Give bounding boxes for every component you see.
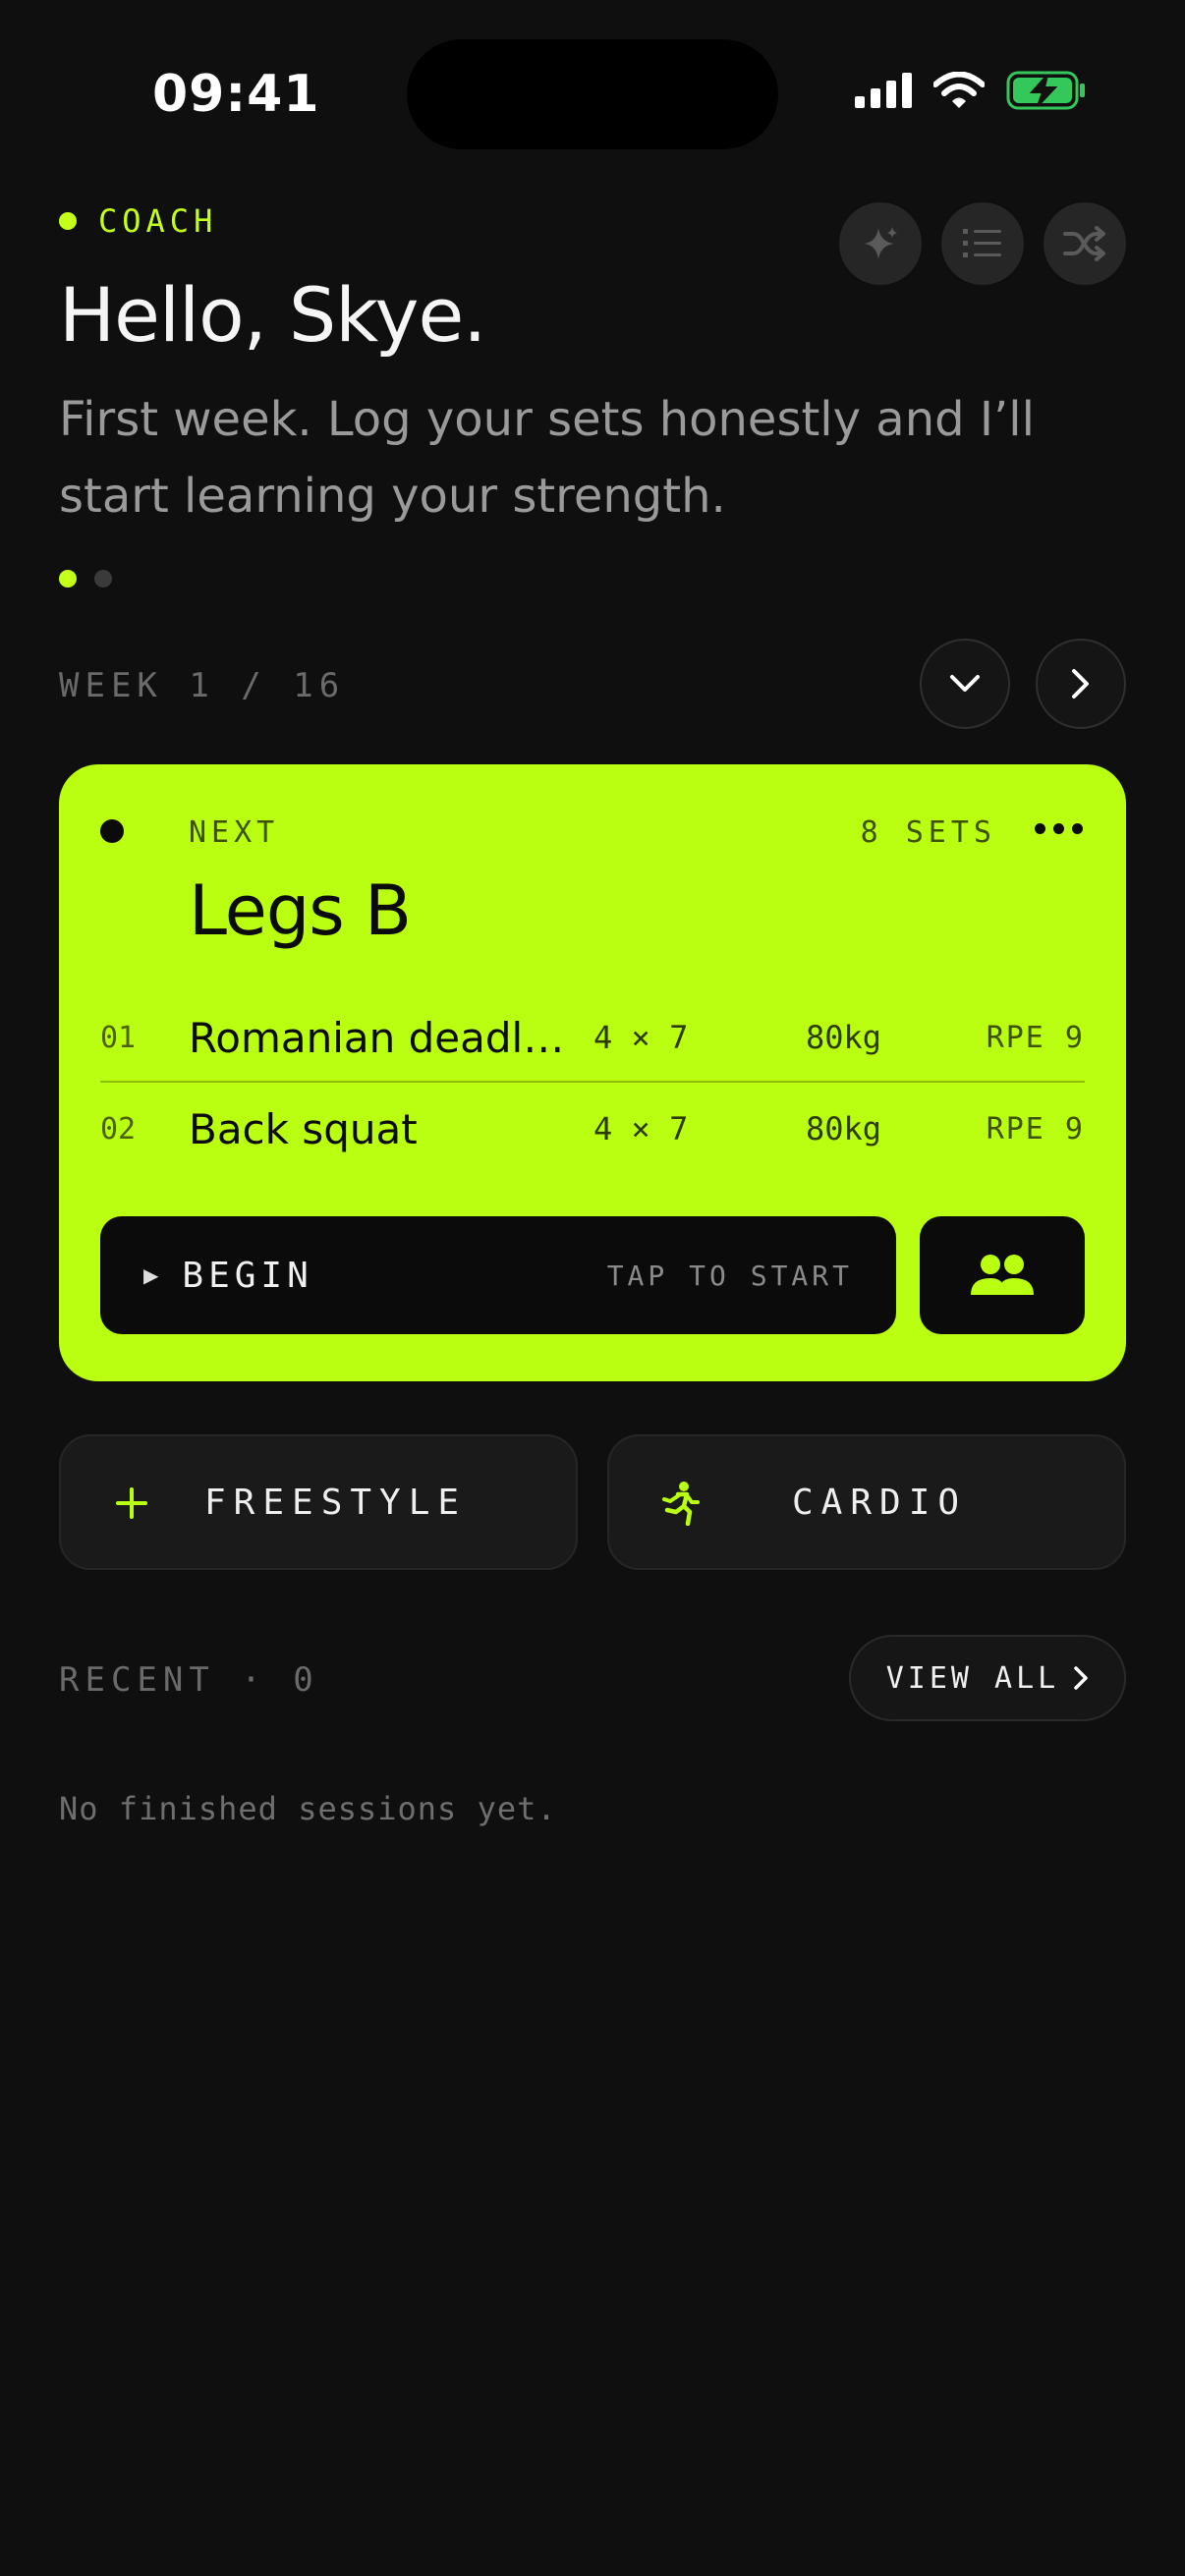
begin-hint: TAP TO START — [606, 1259, 853, 1292]
greeting-title: Hello, Skye. — [59, 271, 486, 359]
next-workout-card[interactable]: NEXT 8 SETS Legs B 01 Romanian deadl… 4 … — [59, 764, 1126, 1381]
dynamic-island — [407, 39, 778, 149]
next-tag: NEXT — [189, 815, 280, 850]
exercise-weight: 80kg — [806, 1019, 882, 1056]
status-time: 09:41 — [152, 65, 320, 124]
more-dot-icon — [1072, 823, 1083, 834]
exercise-rpe: RPE 9 — [986, 1111, 1085, 1147]
pager-dot[interactable] — [94, 570, 112, 588]
shuffle-icon — [1063, 226, 1105, 261]
exercise-row[interactable]: 02 Back squat 4 × 7 80kg RPE 9 — [100, 1085, 1085, 1173]
more-dot-icon — [1053, 823, 1064, 834]
shuffle-button[interactable] — [1044, 202, 1126, 285]
pager-dot-active[interactable] — [59, 570, 77, 588]
freestyle-button[interactable]: FREESTYLE — [59, 1434, 578, 1570]
week-controls — [920, 639, 1126, 729]
sparkle-icon — [865, 227, 897, 259]
recent-label: RECENT · 0 — [59, 1660, 319, 1700]
play-icon: ▶ — [143, 1263, 159, 1287]
exercise-row[interactable]: 01 Romanian deadl… 4 × 7 80kg RPE 9 — [100, 994, 1085, 1083]
coach-label: COACH — [98, 202, 218, 240]
chevron-down-icon — [950, 675, 980, 692]
header-actions — [839, 202, 1126, 285]
people-icon — [971, 1255, 1034, 1295]
running-icon — [652, 1476, 707, 1531]
ai-sparkle-button[interactable] — [839, 202, 922, 285]
list-icon — [963, 229, 1001, 257]
chevron-right-icon — [1074, 1666, 1088, 1690]
freestyle-label: FREESTYLE — [204, 1482, 468, 1523]
program-list-button[interactable] — [941, 202, 1024, 285]
status-icons — [855, 71, 1087, 110]
begin-label: BEGIN — [182, 1255, 313, 1296]
cardio-button[interactable]: CARDIO — [607, 1434, 1126, 1570]
group-workout-button[interactable] — [920, 1216, 1085, 1334]
exercise-rpe: RPE 9 — [986, 1020, 1085, 1055]
coach-message: First week. Log your sets honestly and I… — [59, 392, 1035, 524]
view-all-label: VIEW ALL — [885, 1660, 1060, 1696]
cardio-label: CARDIO — [792, 1482, 968, 1523]
coach-tag: COACH — [59, 202, 217, 240]
chevron-right-icon — [1072, 669, 1089, 699]
workout-title: Legs B — [189, 870, 412, 951]
cellular-signal-icon — [855, 73, 912, 108]
battery-charging-icon — [1006, 71, 1085, 110]
card-status-dot — [100, 819, 124, 843]
exercise-name: Back squat — [189, 1104, 418, 1153]
exercise-weight: 80kg — [806, 1110, 882, 1148]
more-dot-icon — [1035, 823, 1045, 834]
plus-icon — [104, 1476, 159, 1531]
exercise-name: Romanian deadl… — [189, 1013, 565, 1062]
exercise-scheme: 4 × 7 — [593, 1019, 689, 1056]
exercise-number: 01 — [100, 1020, 137, 1055]
exercise-scheme: 4 × 7 — [593, 1110, 689, 1148]
empty-sessions-message: No finished sessions yet. — [59, 1790, 557, 1827]
begin-workout-button[interactable]: ▶ BEGIN TAP TO START — [100, 1216, 896, 1334]
wifi-icon — [933, 72, 985, 108]
coach-status-dot — [59, 212, 77, 230]
week-label: WEEK 1 / 16 — [59, 666, 346, 705]
sets-count: 8 SETS — [860, 815, 996, 850]
view-all-button[interactable]: VIEW ALL — [849, 1635, 1126, 1721]
exercise-number: 02 — [100, 1111, 137, 1147]
expand-week-button[interactable] — [920, 639, 1010, 729]
message-pager[interactable] — [59, 570, 112, 588]
next-week-button[interactable] — [1036, 639, 1126, 729]
more-options-button[interactable] — [1035, 823, 1083, 834]
